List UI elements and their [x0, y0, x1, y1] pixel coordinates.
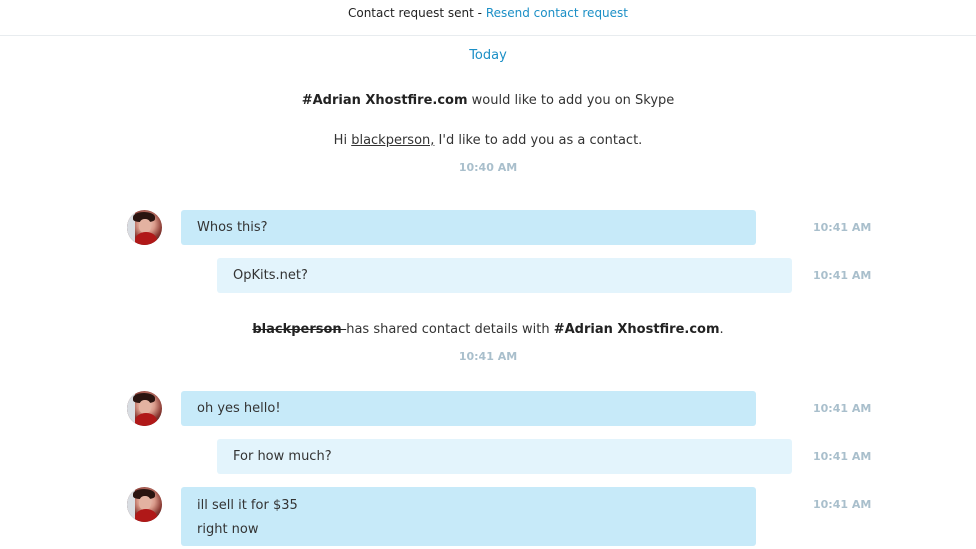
resend-contact-request-link[interactable]: Resend contact request: [486, 6, 628, 20]
shared-middle-text: has shared contact details with: [346, 322, 554, 337]
message-timestamp: 10:41 AM: [813, 450, 872, 463]
shared-timestamp: 10:41 AM: [458, 350, 518, 363]
contact-request-status: Contact request sent -: [347, 6, 486, 20]
contact-avatar[interactable]: [127, 391, 162, 426]
greeting-suffix: I'd like to add you as a contact.: [434, 133, 643, 148]
shared-end-text: .: [719, 322, 724, 337]
message-bubble-incoming[interactable]: Whos this?: [181, 210, 756, 245]
message-bubble-incoming[interactable]: ill sell it for $35 right now: [181, 487, 756, 546]
message-timestamp: 10:41 AM: [813, 221, 872, 234]
shared-from-name: blackperson: [252, 322, 347, 337]
request-sender-name: #Adrian Xhostfire.com: [301, 93, 468, 108]
message-text: For how much?: [233, 449, 332, 464]
contact-request-message: #Adrian Xhostfire.com would like to add …: [0, 93, 976, 108]
request-timestamp: 10:40 AM: [458, 161, 518, 174]
message-bubble-incoming[interactable]: oh yes hello!: [181, 391, 756, 426]
message-text: Whos this?: [197, 220, 268, 235]
shared-to-name: #Adrian Xhostfire.com: [553, 322, 720, 337]
message-timestamp: 10:41 AM: [813, 402, 872, 415]
contact-avatar[interactable]: [127, 487, 162, 522]
message-bubble-outgoing[interactable]: OpKits.net?: [217, 258, 792, 293]
message-timestamp: 10:41 AM: [813, 269, 872, 282]
greeting-name: blackperson,: [351, 133, 435, 148]
request-text: would like to add you on Skype: [467, 93, 675, 108]
contact-avatar[interactable]: [127, 210, 162, 245]
contact-request-bar: Contact request sent - Resend contact re…: [0, 0, 976, 36]
message-text: OpKits.net?: [233, 268, 308, 283]
contact-request-greeting: Hi blackperson, I'd like to add you as a…: [0, 133, 976, 148]
message-text: oh yes hello!: [197, 401, 281, 416]
message-bubble-outgoing[interactable]: For how much?: [217, 439, 792, 474]
message-text: right now: [197, 522, 259, 537]
shared-contact-notice: blackperson has shared contact details w…: [0, 322, 976, 337]
message-text: ill sell it for $35: [197, 498, 298, 513]
greeting-prefix: Hi: [333, 133, 352, 148]
message-timestamp: 10:41 AM: [813, 498, 872, 511]
date-divider: Today: [469, 48, 507, 63]
